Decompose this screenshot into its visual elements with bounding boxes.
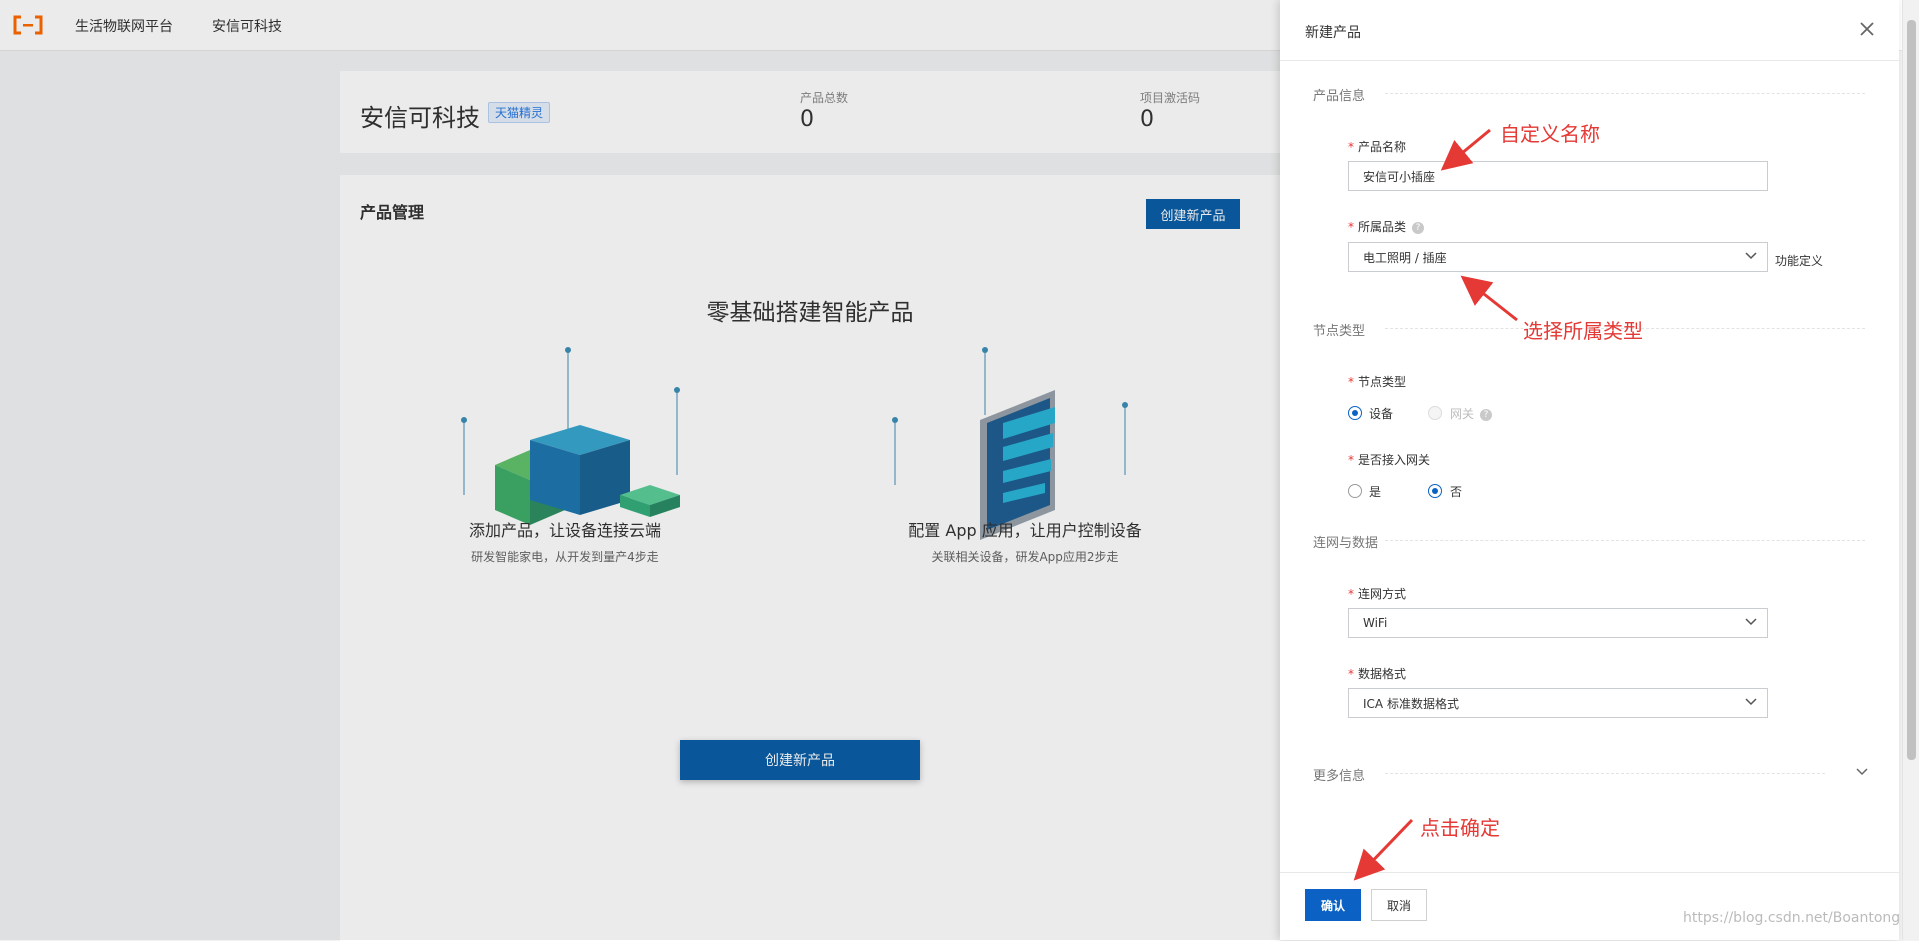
section-divider	[1385, 540, 1865, 541]
radio-device[interactable]	[1348, 406, 1362, 420]
function-definition-link[interactable]: 功能定义	[1775, 252, 1823, 269]
radio-device-label[interactable]: 设备	[1369, 405, 1393, 422]
chevron-down-icon	[1745, 252, 1757, 260]
chevron-down-icon	[1745, 698, 1757, 706]
section-divider	[1385, 93, 1865, 94]
close-icon[interactable]	[1856, 18, 1878, 40]
drawer-footer: 确认 取消	[1280, 872, 1899, 941]
product-name-label: * 产品名称	[1348, 140, 1407, 154]
section-product-info: 产品信息	[1313, 89, 1366, 104]
section-network-data: 连网与数据	[1313, 536, 1379, 551]
data-format-value: ICA 标准数据格式	[1363, 696, 1459, 711]
node-type-label: * 节点类型	[1348, 375, 1407, 389]
watermark: https://blog.csdn.net/Boantong	[1683, 910, 1901, 926]
network-method-value: WiFi	[1363, 616, 1388, 630]
section-divider	[1385, 773, 1825, 774]
confirm-button[interactable]: 确认	[1305, 889, 1361, 921]
cancel-button[interactable]: 取消	[1371, 889, 1427, 921]
section-more-info[interactable]: 更多信息	[1313, 765, 1365, 784]
annotation-custom-name: 自定义名称	[1500, 122, 1600, 146]
drawer-title: 新建产品	[1305, 25, 1361, 41]
modal-overlay[interactable]	[0, 0, 1280, 940]
help-icon[interactable]: ?	[1412, 221, 1425, 234]
annotation-click-confirm: 点击确定	[1420, 816, 1500, 840]
data-format-label: * 数据格式	[1348, 667, 1407, 681]
radio-gateway-label: 网关?	[1450, 405, 1493, 422]
help-icon[interactable]: ?	[1480, 408, 1493, 421]
network-method-label: * 连网方式	[1348, 587, 1407, 601]
gateway-connect-label: * 是否接入网关	[1348, 453, 1431, 467]
data-format-select[interactable]: ICA 标准数据格式	[1348, 688, 1768, 718]
radio-gateway-yes[interactable]	[1348, 484, 1362, 498]
radio-gateway-yes-label[interactable]: 是	[1369, 483, 1381, 500]
category-select[interactable]: 电工照明 / 插座	[1348, 242, 1768, 272]
scrollbar-thumb[interactable]	[1907, 20, 1916, 760]
category-select-value: 电工照明 / 插座	[1363, 250, 1447, 265]
drawer-header: 新建产品	[1280, 0, 1899, 61]
radio-gateway-no-label[interactable]: 否	[1450, 483, 1462, 500]
scrollbar[interactable]	[1902, 0, 1919, 940]
product-name-input[interactable]: 安信可小插座	[1348, 161, 1768, 191]
expand-more-info-chevron-icon[interactable]	[1856, 768, 1868, 776]
radio-gateway-no[interactable]	[1428, 484, 1442, 498]
chevron-down-icon	[1745, 618, 1757, 626]
category-label: * 所属品类?	[1348, 218, 1425, 235]
radio-gateway	[1428, 406, 1442, 420]
network-method-select[interactable]: WiFi	[1348, 608, 1768, 638]
annotation-select-category: 选择所属类型	[1523, 319, 1643, 343]
section-node-type: 节点类型	[1313, 324, 1366, 339]
